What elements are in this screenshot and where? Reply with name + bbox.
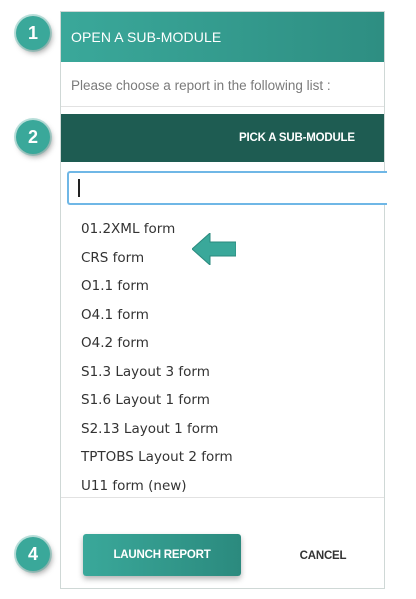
divider (61, 106, 384, 107)
list-item[interactable]: O4.1 form (61, 301, 384, 330)
instruction-text: Please choose a report in the following … (71, 78, 331, 93)
callout-badge-4: 4 (16, 537, 50, 571)
text-cursor (78, 179, 80, 197)
callout-badge-1: 1 (16, 16, 50, 50)
cancel-button[interactable]: CANCEL (293, 542, 353, 570)
list-item[interactable]: O1.1 form (61, 272, 384, 301)
dialog-title: OPEN A SUB-MODULE (61, 12, 384, 62)
annotated-screenshot: 1 2 3 4 OPEN A SUB-MODULE Please choose … (0, 0, 416, 599)
list-item[interactable]: O4.2 form (61, 329, 384, 358)
list-item[interactable]: U11 form (new) (61, 472, 384, 501)
open-sub-module-dialog: OPEN A SUB-MODULE Please choose a report… (60, 11, 387, 589)
divider (61, 497, 384, 498)
callout-badge-2: 2 (16, 120, 50, 154)
list-item[interactable]: S1.3 Layout 3 form (61, 358, 384, 387)
list-item[interactable]: S1.6 Layout 1 form (61, 386, 384, 415)
list-item[interactable]: TPTOBS Layout 2 form (61, 443, 384, 472)
list-item[interactable]: S2.13 Layout 1 form (61, 415, 384, 444)
launch-report-button[interactable]: LAUNCH REPORT (83, 534, 241, 576)
search-input[interactable] (67, 171, 387, 205)
pick-sub-module-dropdown[interactable]: PICK A SUB-MODULE (61, 114, 384, 162)
left-arrow-icon (192, 233, 236, 265)
